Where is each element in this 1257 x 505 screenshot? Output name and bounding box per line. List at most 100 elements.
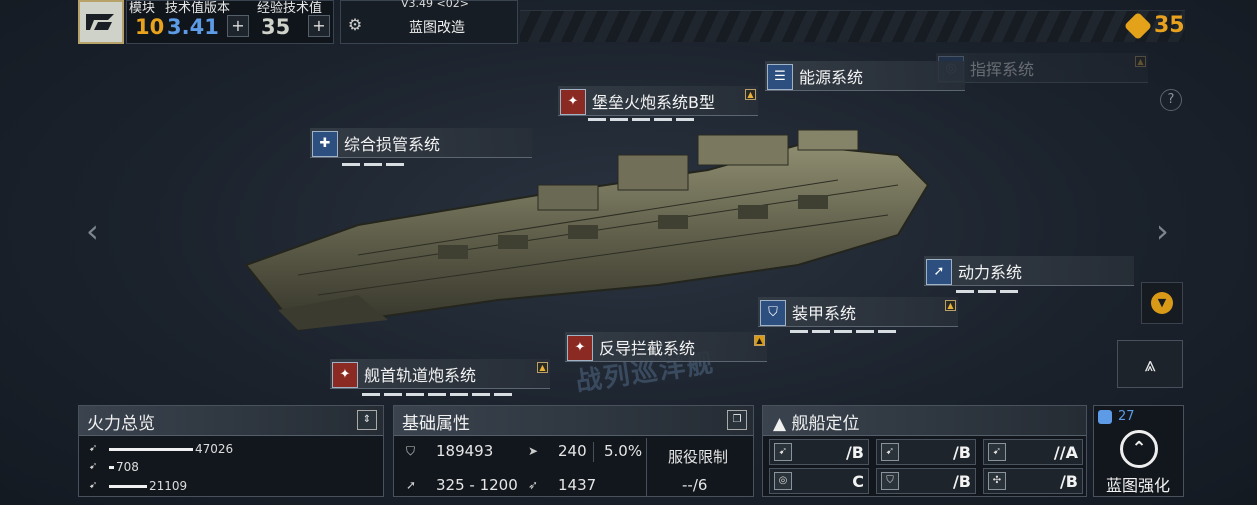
firepower-row-1: ➹ 47026 [89,442,233,456]
copy-icon[interactable]: ❐ [727,410,747,430]
system-command[interactable]: ◎ 指挥系统 ▲ [936,53,1148,83]
tech-version-value: 3.41 [167,15,219,39]
damage-control-slots [342,163,404,166]
repair-icon: ✚ [312,130,338,157]
range-value: 325 - 1200 [436,476,518,494]
base-attributes-header: 基础属性 ❐ [394,406,753,436]
system-power[interactable]: ➚ 动力系统 [924,256,1134,286]
enhance-label: 蓝图强化 [1106,476,1171,495]
expand-dropdown-button[interactable]: ▼ [1141,282,1183,324]
bow-rail-slots [362,393,512,396]
system-command-label: 指挥系统 [970,59,1035,79]
next-ship-arrow-icon[interactable]: › [1156,212,1169,250]
other-value: 1437 [558,476,597,494]
base-attributes-panel: 基础属性 ❐ ⛉ 189493 ➤ 240 5.0% ➚ 325 - 1200 ➶ 14… [393,405,754,497]
upgrade-icon: ▲ [945,300,956,311]
engine-icon: ➚ [926,258,952,285]
game-logo [78,0,124,44]
shield-icon: ⛉ [881,472,899,490]
support-icon: ✣ [988,472,1006,490]
blueprint-enhance-button[interactable]: 27 ⌃ 蓝图强化 [1093,405,1184,497]
speed-value: 240 [558,442,587,460]
system-fortress-label: 堡垒火炮系统B型 [592,92,715,112]
role-cell-3[interactable]: ➹ //A [983,439,1083,465]
version-text: V3.49 <02> [401,0,469,10]
role-cell-5[interactable]: ⛉ /B [876,468,976,494]
hp-shield-icon: ⛉ [406,444,416,458]
help-icon[interactable]: ? [1160,89,1182,111]
role-cell-6[interactable]: ✣ /B [983,468,1083,494]
currency-value: 35 [1154,13,1185,38]
role-grade-6: /B [1059,471,1078,491]
add-tech-button[interactable]: + [227,15,249,37]
system-armor[interactable]: ⛉ 装甲系统 ▲ [758,297,958,327]
anti-ship-icon: ➹ [774,443,792,461]
role-grade-3: //A [1053,442,1078,462]
blueprint-chip-icon [1098,409,1112,424]
missile-icon: ✦ [567,334,593,361]
system-anti-intercept-label: 反导拦截系统 [599,338,696,358]
module-label: 模块 [129,1,156,16]
system-energy[interactable]: ☰ 能源系统 [765,61,965,91]
armor-slots [790,330,896,333]
attr-percent: 5.0% [604,442,642,460]
range-icon: ➚ [406,478,417,492]
firepower-row-3: ➹ 21109 [89,479,187,493]
role-flag-icon: ▲ [773,414,787,434]
role-cell-2[interactable]: ➹ /B [876,439,976,465]
speed-icon: ➤ [528,444,539,458]
ship-role-panel: ▲ 舰船定位 ➹/B ➹/B ➹//A ◎ C ⛉/B ✣/B [762,405,1087,497]
role-cell-1[interactable]: ➹ /B [769,439,869,465]
system-bow-rail-label: 舰首轨道炮系统 [364,365,477,385]
ship-role-title-text: 舰船定位 [791,414,860,434]
firepower-header: 火力总览 ⇕ [79,406,383,436]
attr-other: ➶ 1437 [528,476,596,494]
firepower-value-3: 21109 [149,479,188,493]
upgrade-icon: ▲ [754,335,765,346]
tech-stats-panel: 模块 技术值版本 经验技术值 10 3.41 + 35 + [126,0,334,44]
logo-emblem-icon [86,14,114,30]
firepower-panel: 火力总览 ⇕ ➹ 47026 ➹ 708 ➹ 21109 [78,405,384,497]
system-energy-label: 能源系统 [799,67,864,87]
collapse-icon[interactable]: ⇕ [357,410,377,430]
firepower-title: 火力总览 [87,414,155,434]
target-icon: ◎ [774,472,792,490]
service-limit-value: --/6 [682,476,708,494]
armor-shield-icon: ⛉ [760,299,786,326]
role-grade-1: /B [845,442,864,462]
add-exp-button[interactable]: + [308,15,330,37]
exp-tech-label: 经验技术值 [257,1,323,16]
role-grade-5: /B [952,471,971,491]
role-cell-4[interactable]: ◎ C [769,468,869,494]
attr-hp: ⛉ 189493 [406,442,493,460]
upgrade-icon: ▲ [745,89,756,100]
divider [593,442,594,462]
anti-air-icon: ➹ [89,461,98,472]
attr-speed: ➤ 240 [528,442,587,460]
firepower-value-2: 708 [116,460,139,474]
firepower-bar-1 [109,447,193,451]
anti-ship-icon: ➹ [89,443,98,454]
rank-button[interactable]: ⩓ [1117,340,1183,388]
fortress-slots [588,118,694,121]
enhance-count: 27 [1118,409,1135,424]
ship-role-header: ▲ 舰船定位 [763,406,1086,436]
railgun-icon: ✦ [332,361,358,388]
upgrade-icon: ▲ [1135,56,1146,67]
system-armor-label: 装甲系统 [792,303,857,323]
system-bow-railgun[interactable]: ✦ 舰首轨道炮系统 ▲ [330,359,550,389]
blueprint-mod-button[interactable]: V3.49 <02> ⚙ 蓝图改造 [340,0,518,44]
cannon-icon: ✦ [560,88,586,115]
header-stripe [520,10,1185,42]
anti-air-icon: ➹ [881,443,899,461]
power-slots [956,290,1018,293]
divider [646,438,647,496]
prev-ship-arrow-icon[interactable]: ‹ [86,212,99,250]
system-fortress-cannon[interactable]: ✦ 堡垒火炮系统B型 ▲ [558,86,758,116]
firepower-bar-3 [109,484,147,488]
system-damage-control[interactable]: ✚ 综合损管系统 [310,128,532,158]
role-grade-4: C [852,471,864,491]
siege-icon: ➹ [89,480,98,491]
gear-icon: ⚙ [347,15,363,34]
system-anti-intercept[interactable]: ✦ 反导拦截系统 ▲ [565,332,767,362]
